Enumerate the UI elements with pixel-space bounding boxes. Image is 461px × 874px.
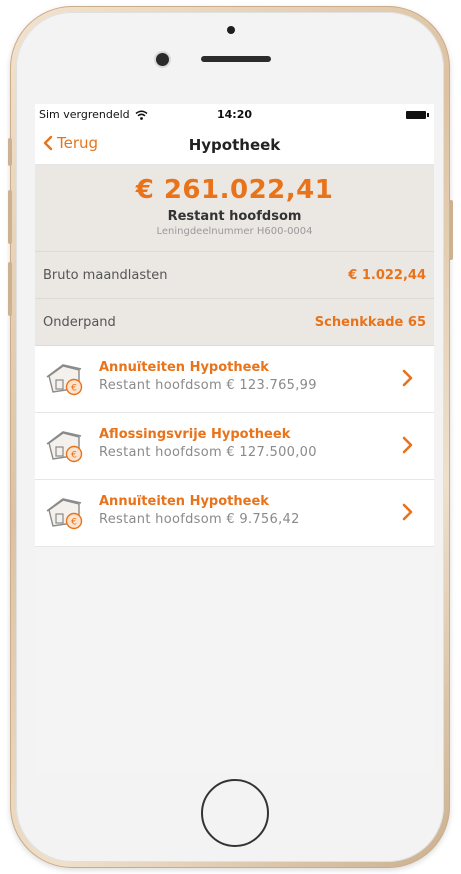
chevron-right-icon [402,503,413,521]
house-euro-icon: € [46,364,83,396]
battery-icon [406,111,429,119]
mortgage-summary: € 261.022,41 Restant hoofdsom Leningdeel… [35,165,434,252]
chevron-right-icon [402,436,413,454]
list-item[interactable]: € Annuïteiten Hypotheek Restant hoofdsom… [35,346,434,413]
proximity-sensor [227,26,235,34]
front-camera [156,53,169,66]
app-screen: Sim vergrendeld 14:20 Terug Hypotheek € … [35,104,434,774]
status-time: 14:20 [216,108,252,121]
loan-parts-list: € Annuïteiten Hypotheek Restant hoofdsom… [35,346,434,547]
svg-text:€: € [71,518,77,528]
side-button-mute [8,138,12,166]
loan-part-title: Annuïteiten Hypotheek [99,494,269,509]
side-button-power [449,200,453,260]
side-button-volume-down [8,262,12,316]
loan-part-remaining: Restant hoofdsom € 123.765,99 [99,378,317,393]
list-item[interactable]: € Annuïteiten Hypotheek Restant hoofdsom… [35,480,434,547]
loan-part-title: Annuïteiten Hypotheek [99,360,269,375]
gross-monthly-value: € 1.022,44 [348,267,426,283]
loan-part-remaining: Restant hoofdsom € 127.500,00 [99,445,317,460]
remaining-principal-label: Restant hoofdsom [167,209,302,224]
gross-monthly-label: Bruto maandlasten [43,267,168,283]
loan-part-title: Aflossingsvrije Hypotheek [99,427,291,442]
house-euro-icon: € [46,498,83,530]
svg-text:€: € [71,451,77,461]
remaining-principal-amount: € 261.022,41 [135,175,334,205]
collateral-label: Onderpand [43,314,116,330]
page-title: Hypotheek [188,136,281,154]
house-euro-icon: € [46,431,83,463]
home-button[interactable] [201,779,269,847]
side-button-volume-up [8,190,12,244]
navigation-bar: Terug Hypotheek [35,126,434,165]
collateral-row: Onderpand Schenkkade 65 [35,299,434,346]
status-bar: Sim vergrendeld 14:20 [35,104,434,126]
earpiece-speaker [201,56,271,62]
collateral-value: Schenkkade 65 [314,314,426,330]
list-item[interactable]: € Aflossingsvrije Hypotheek Restant hoof… [35,413,434,480]
chevron-right-icon [402,369,413,387]
gross-monthly-row: Bruto maandlasten € 1.022,44 [35,252,434,299]
loan-part-remaining: Restant hoofdsom € 9.756,42 [99,512,300,527]
svg-text:€: € [71,384,77,394]
loan-part-number: Leningdeelnummer H600-0004 [156,226,313,237]
